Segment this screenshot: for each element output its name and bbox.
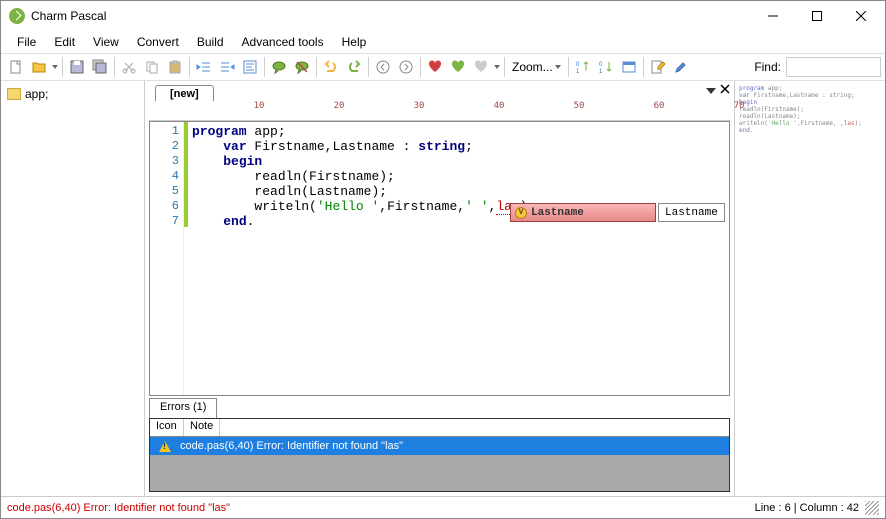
uncomment-icon[interactable] [291,56,313,78]
find-input[interactable] [786,57,881,77]
edit-icon[interactable] [647,56,669,78]
status-position: Line : 6 | Column : 42 [755,502,859,514]
tab-new[interactable]: [new] [155,85,214,102]
tree-root-item[interactable]: app; [5,85,140,103]
titlebar: Charm Pascal [1,1,885,31]
menu-build[interactable]: Build [189,33,232,51]
code-area[interactable]: program app; var Firstname,Lastname : st… [188,122,729,395]
toolbar: Zoom... 01 01 Find: [1,53,885,81]
sidebar: app; [1,81,145,496]
open-dropdown-icon[interactable] [51,65,59,69]
menu-help[interactable]: Help [334,33,375,51]
highlight-icon[interactable] [670,56,692,78]
autocomplete-popup[interactable]: V Lastname Lastname [510,203,725,222]
svg-text:1: 1 [576,69,580,75]
save-icon[interactable] [66,56,88,78]
svg-text:0: 0 [599,62,603,68]
new-file-icon[interactable] [5,56,27,78]
status-bar: code.pas(6,40) Error: Identifier not fou… [1,496,885,518]
error-col-note: Note [184,419,220,436]
heart-gray-icon[interactable] [470,56,492,78]
error-table: Icon Note code.pas(6,40) Error: Identifi… [149,418,730,492]
editor-tabs: [new] [145,81,734,101]
tab-close-icon[interactable] [720,83,730,97]
maximize-button[interactable] [795,2,839,30]
heart-dropdown-icon[interactable] [493,65,501,69]
svg-text:1: 1 [599,69,603,75]
app-icon [9,8,25,24]
format-icon[interactable] [239,56,261,78]
comment-icon[interactable] [268,56,290,78]
status-error: code.pas(6,40) Error: Identifier not fou… [7,502,755,514]
next-icon[interactable] [395,56,417,78]
menu-convert[interactable]: Convert [129,33,187,51]
indent-icon[interactable] [216,56,238,78]
save-all-icon[interactable] [89,56,111,78]
line-gutter: 1 2 3 4 5 6 7 [150,122,184,395]
tree-root-label: app; [25,87,48,101]
close-button[interactable] [839,2,883,30]
sort-desc-icon[interactable]: 01 [595,56,617,78]
find-label: Find: [754,60,785,74]
paste-icon[interactable] [164,56,186,78]
copy-icon[interactable] [141,56,163,78]
error-panel: Errors (1) Icon Note code.pas(6,40) Erro… [149,398,730,492]
svg-text:0: 0 [576,62,580,68]
window-title: Charm Pascal [31,9,751,23]
zoom-dropdown[interactable]: Zoom... [508,60,565,74]
outdent-icon[interactable] [193,56,215,78]
menubar: File Edit View Convert Build Advanced to… [1,31,885,53]
heart-red-icon[interactable] [424,56,446,78]
prev-icon[interactable] [372,56,394,78]
redo-icon[interactable] [343,56,365,78]
undo-icon[interactable] [320,56,342,78]
error-row[interactable]: code.pas(6,40) Error: Identifier not fou… [150,437,729,455]
folder-icon [7,88,21,100]
cut-icon[interactable] [118,56,140,78]
minimap[interactable]: program app; var Firstname,Lastname : st… [735,81,885,496]
menu-edit[interactable]: Edit [46,33,83,51]
autocomplete-tooltip: Lastname [658,203,725,222]
ruler: 10 20 30 40 50 60 70 [149,101,730,121]
menu-view[interactable]: View [85,33,127,51]
open-file-icon[interactable] [28,56,50,78]
autocomplete-var-icon: V [515,207,527,219]
sort-asc-icon[interactable]: 01 [572,56,594,78]
menu-file[interactable]: File [9,33,44,51]
resize-grip[interactable] [865,501,879,515]
window-icon[interactable] [618,56,640,78]
warning-icon [150,441,180,452]
error-col-icon: Icon [150,419,184,436]
heart-green-icon[interactable] [447,56,469,78]
menu-advanced[interactable]: Advanced tools [234,33,332,51]
tab-menu-icon[interactable] [706,83,716,97]
errors-tab[interactable]: Errors (1) [149,398,217,418]
code-editor[interactable]: 1 2 3 4 5 6 7 program app; var Firstname… [149,121,730,396]
error-text: code.pas(6,40) Error: Identifier not fou… [180,440,403,452]
autocomplete-item[interactable]: Lastname [531,207,584,219]
minimize-button[interactable] [751,2,795,30]
